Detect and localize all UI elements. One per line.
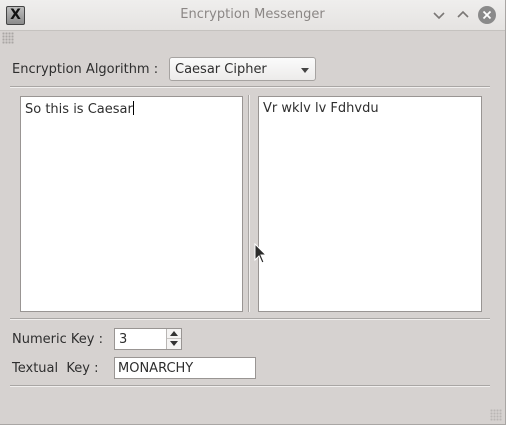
textual-key-input[interactable]: MONARCHY	[114, 357, 256, 379]
spinner-down-button[interactable]	[167, 339, 181, 349]
plaintext-content: So this is Caesar	[25, 101, 134, 117]
separator-top	[10, 86, 490, 88]
spinner-up-button[interactable]	[167, 329, 181, 339]
title-bar[interactable]: X Encryption Messenger	[0, 0, 505, 31]
algorithm-label: Encryption Algorithm :	[12, 62, 159, 77]
textual-key-value: MONARCHY	[118, 361, 194, 376]
separator-middle	[10, 318, 490, 320]
dropdown-arrow-icon	[301, 68, 309, 73]
pane-splitter[interactable]	[248, 95, 250, 312]
separator-bottom	[10, 385, 490, 387]
ciphertext-content: Vr wklv lv Fdhvdu	[263, 101, 379, 116]
textual-key-label: Textual Key :	[12, 361, 99, 376]
chevron-up-icon[interactable]	[454, 6, 472, 24]
numeric-key-label: Numeric Key :	[12, 332, 103, 347]
toolbar-grip-handle[interactable]	[2, 32, 14, 44]
algorithm-selected-value: Caesar Cipher	[175, 62, 267, 77]
plaintext-input-area[interactable]: So this is Caesar	[20, 96, 243, 312]
chevron-down-icon[interactable]	[430, 6, 448, 24]
algorithm-dropdown[interactable]: Caesar Cipher	[169, 57, 316, 81]
app-window: X Encryption Messenger Encryption Algori…	[0, 0, 506, 425]
spinner-buttons	[166, 329, 181, 349]
ciphertext-output-area[interactable]: Vr wklv lv Fdhvdu	[258, 96, 482, 312]
arrow-down-icon	[170, 341, 178, 346]
text-caret	[132, 101, 134, 115]
close-icon[interactable]	[478, 6, 496, 24]
numeric-key-spinner[interactable]: 3	[114, 328, 182, 350]
mouse-pointer-icon	[254, 243, 268, 264]
numeric-key-value: 3	[119, 332, 128, 347]
resize-grip-handle[interactable]	[490, 409, 502, 421]
arrow-up-icon	[170, 331, 178, 336]
